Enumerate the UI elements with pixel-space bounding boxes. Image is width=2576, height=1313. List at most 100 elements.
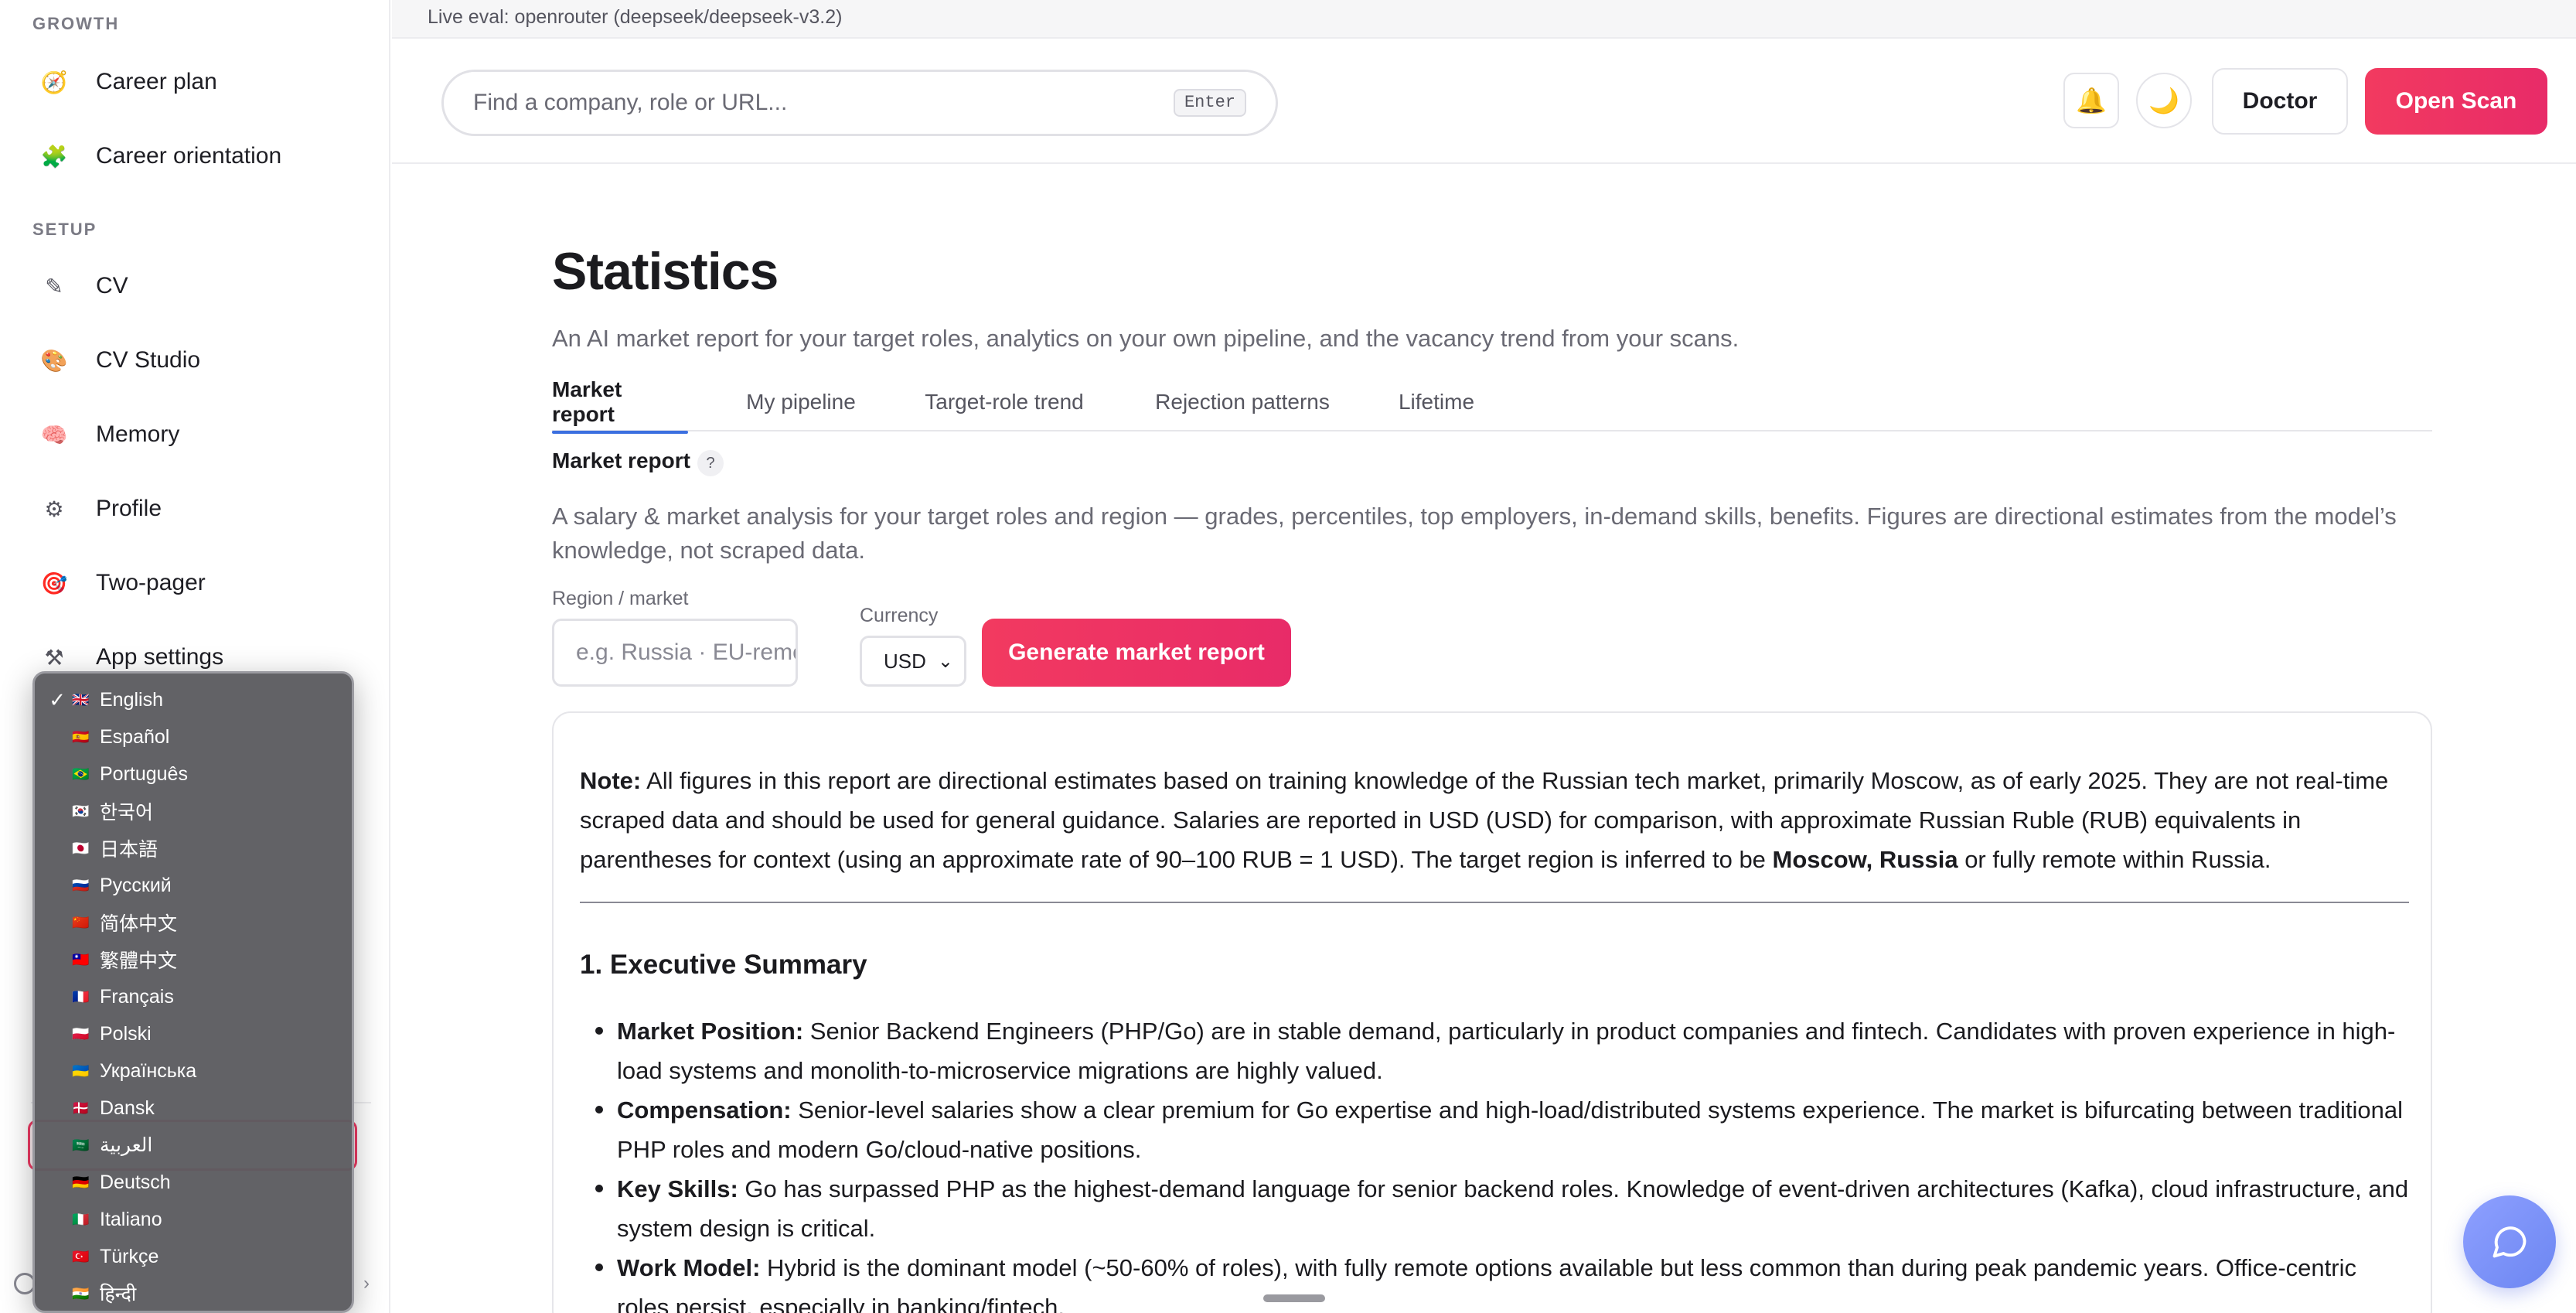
region-label: Region / market	[552, 588, 689, 609]
sidebar-item-cv[interactable]: ✎ CV	[32, 255, 357, 317]
live-eval-text: Live eval: openrouter (deepseek/deepseek…	[428, 6, 843, 28]
flag-gb-icon: 🇬🇧	[72, 691, 89, 708]
language-label: 한국어	[100, 802, 154, 824]
chevron-down-icon: ⌄	[937, 651, 953, 672]
flag-cn-icon: 🇨🇳	[72, 914, 89, 930]
language-label: 简体中文	[100, 913, 178, 935]
language-option-japanese[interactable]: 🇯🇵 日本語	[35, 830, 352, 867]
sidebar-item-memory[interactable]: 🧠 Memory	[32, 404, 357, 466]
chat-bubble-icon	[2493, 1226, 2527, 1258]
bullet-text: Senior Backend Engineers (PHP/Go) are in…	[617, 1018, 2396, 1084]
language-option-russian[interactable]: 🇷🇺 Русский	[35, 867, 352, 904]
sidebar-item-two-pager[interactable]: 🎯 Two-pager	[32, 552, 357, 614]
bullet-term: Key Skills:	[617, 1175, 738, 1202]
tab-target-role-trend[interactable]: Target-role trend	[915, 373, 1093, 431]
notifications-button[interactable]: 🔔	[2063, 73, 2119, 128]
language-dropdown[interactable]: ✓ 🇬🇧 English 🇪🇸 Español 🇧🇷 Português 🇰🇷 …	[32, 671, 354, 1313]
bullet-term: Work Model:	[617, 1254, 761, 1281]
sidebar-item-profile[interactable]: ⚙ Profile	[32, 478, 357, 540]
language-option-simplified-chinese[interactable]: 🇨🇳 简体中文	[35, 904, 352, 941]
language-label: English	[100, 688, 163, 711]
sidebar-item-label: CV	[96, 273, 128, 298]
currency-value: USD	[884, 649, 926, 673]
tab-bar: Market report My pipeline Target-role tr…	[552, 373, 2432, 434]
bullet-text: Go has surpassed PHP as the highest-dema…	[617, 1175, 2409, 1242]
language-option-arabic[interactable]: 🇸🇦 العربية	[35, 1127, 352, 1164]
language-option-korean[interactable]: 🇰🇷 한국어	[35, 793, 352, 830]
sidebar-item-career-orientation[interactable]: 🧩 Career orientation	[32, 125, 357, 187]
language-label: Deutsch	[100, 1171, 171, 1193]
currency-select[interactable]: USD ⌄	[860, 636, 966, 687]
language-option-german[interactable]: 🇩🇪 Deutsch	[35, 1164, 352, 1201]
flag-pl-icon: 🇵🇱	[72, 1025, 89, 1042]
list-item: Market Position: Senior Backend Engineer…	[595, 1011, 2409, 1090]
language-option-english[interactable]: ✓ 🇬🇧 English	[35, 681, 352, 718]
language-option-traditional-chinese[interactable]: 🇹🇼 繁體中文	[35, 941, 352, 978]
search-box[interactable]: Enter	[441, 70, 1278, 136]
sidebar-item-cv-studio[interactable]: 🎨 CV Studio	[32, 329, 357, 391]
bullet-term: Compensation:	[617, 1096, 792, 1124]
flag-jp-icon: 🇯🇵	[72, 840, 89, 856]
generate-market-report-button[interactable]: Generate market report	[982, 619, 1291, 687]
language-label: 日本語	[100, 839, 158, 861]
tab-my-pipeline[interactable]: My pipeline	[738, 373, 864, 431]
sidebar-section-setup: SETUP	[32, 220, 97, 239]
language-option-polish[interactable]: 🇵🇱 Polski	[35, 1015, 352, 1052]
note-region: Moscow, Russia	[1772, 846, 1958, 873]
palette-icon: 🎨	[40, 348, 68, 373]
flag-tw-icon: 🇹🇼	[72, 951, 89, 967]
market-report-label: Market report	[552, 448, 690, 472]
language-option-french[interactable]: 🇫🇷 Français	[35, 978, 352, 1015]
flag-de-icon: 🇩🇪	[72, 1174, 89, 1190]
open-scan-button[interactable]: Open Scan	[2365, 68, 2547, 135]
language-label: हिन्दी	[100, 1284, 137, 1305]
language-label: Русский	[100, 874, 172, 896]
report-divider	[580, 902, 2409, 903]
tab-rejection-patterns[interactable]: Rejection patterns	[1146, 373, 1339, 431]
language-label: العربية	[100, 1134, 153, 1156]
language-label: 繁體中文	[100, 950, 178, 972]
language-option-ukrainian[interactable]: 🇺🇦 Українська	[35, 1052, 352, 1090]
flag-ua-icon: 🇺🇦	[72, 1062, 89, 1079]
flag-kr-icon: 🇰🇷	[72, 803, 89, 819]
sidebar-item-label: Profile	[96, 496, 162, 521]
language-option-portuguese[interactable]: 🇧🇷 Português	[35, 755, 352, 793]
report-bullets: Market Position: Senior Backend Engineer…	[595, 1011, 2409, 1313]
chat-button[interactable]	[2463, 1195, 2556, 1288]
live-eval-bar: Live eval: openrouter (deepseek/deepseek…	[392, 0, 2576, 39]
region-input[interactable]	[552, 619, 798, 687]
help-icon[interactable]: ?	[697, 450, 724, 476]
language-label: Polski	[100, 1022, 152, 1045]
header: Enter 🔔 🌙 Doctor Open Scan	[392, 40, 2576, 164]
search-input[interactable]	[473, 90, 1138, 116]
flag-es-icon: 🇪🇸	[72, 728, 89, 745]
report-heading: 1. Executive Summary	[580, 950, 867, 980]
tab-market-report[interactable]: Market report	[552, 373, 688, 434]
language-label: Français	[100, 985, 174, 1008]
enter-key-hint: Enter	[1173, 89, 1246, 117]
language-option-spanish[interactable]: 🇪🇸 Español	[35, 718, 352, 755]
tab-label: My pipeline	[746, 390, 856, 414]
language-label: Українська	[100, 1059, 197, 1082]
list-item: Key Skills: Go has surpassed PHP as the …	[595, 1169, 2409, 1248]
language-option-hindi[interactable]: 🇮🇳 हिन्दी	[35, 1275, 352, 1311]
sidebar-item-career-plan[interactable]: 🧭 Career plan	[32, 51, 357, 113]
language-label: Italiano	[100, 1208, 162, 1230]
flag-br-icon: 🇧🇷	[72, 766, 89, 782]
report-note: Note: All figures in this report are dir…	[580, 761, 2409, 879]
language-label: Türkçe	[100, 1245, 159, 1267]
doctor-button[interactable]: Doctor	[2212, 68, 2348, 135]
note-text-end: or fully remote within Russia.	[1958, 846, 2271, 873]
language-option-danish[interactable]: 🇩🇰 Dansk	[35, 1090, 352, 1127]
tab-lifetime[interactable]: Lifetime	[1389, 373, 1484, 431]
language-option-turkish[interactable]: 🇹🇷 Türkçe	[35, 1238, 352, 1275]
language-option-italian[interactable]: 🇮🇹 Italiano	[35, 1201, 352, 1238]
scroll-handle[interactable]	[1263, 1294, 1325, 1302]
theme-toggle-button[interactable]: 🌙	[2136, 73, 2192, 128]
sidebar-item-label: App settings	[96, 644, 224, 670]
flag-in-icon: 🇮🇳	[72, 1285, 89, 1301]
bullet-term: Market Position:	[617, 1018, 804, 1045]
target-icon: 🎯	[40, 571, 68, 595]
chevron-right-icon[interactable]: ›	[363, 1273, 370, 1294]
puzzle-icon: 🧩	[40, 144, 68, 169]
